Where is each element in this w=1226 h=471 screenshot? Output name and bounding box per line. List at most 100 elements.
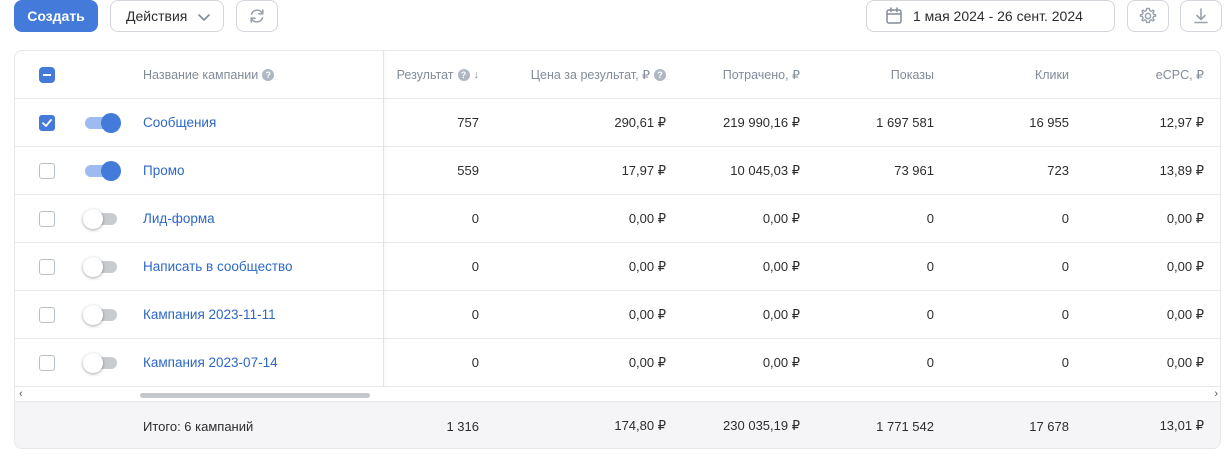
result-cell: 0	[471, 307, 479, 322]
result-cell: 757	[457, 115, 479, 130]
spent-cell: 0,00 ₽	[762, 210, 800, 226]
download-button[interactable]	[1180, 0, 1222, 32]
campaign-name-link[interactable]: Кампания 2023-07-14	[143, 355, 278, 370]
ecpc-cell: 13,89 ₽	[1159, 162, 1204, 178]
shows-cell: 0	[926, 259, 934, 274]
campaign-name-cell: Написать в сообщество	[143, 243, 373, 290]
row-checkbox-cell	[39, 243, 57, 290]
campaigns-table: Название кампании ? Результат ? ↓ Цена з…	[14, 50, 1221, 449]
ecpc-cell: 12,97 ₽	[1159, 114, 1204, 130]
totals-clicks: 17 678	[1029, 418, 1069, 434]
status-toggle-cell	[85, 147, 121, 194]
header-clicks[interactable]: Клики	[940, 51, 1069, 98]
header-shows[interactable]: Показы	[805, 51, 934, 98]
clicks-cell: 0	[1061, 307, 1069, 322]
row-checkbox[interactable]	[39, 210, 55, 227]
shows-cell: 0	[926, 355, 934, 370]
status-toggle[interactable]	[83, 208, 117, 229]
horizontal-scrollbar[interactable]: ‹ ›	[15, 388, 1220, 402]
table-row[interactable]: Кампания 2023-11-11 0 0,00 ₽ 0,00 ₽ 0 0 0,00 ₽	[15, 291, 1220, 339]
shows-cell: 0	[926, 307, 934, 322]
campaign-name-link[interactable]: Промо	[143, 163, 185, 178]
table-row[interactable]: Написать в сообщество 0 0,00 ₽ 0,00 ₽ 0 0 0,00…	[15, 243, 1220, 291]
price-cell: 0,00 ₽	[628, 210, 666, 226]
row-checkbox[interactable]	[39, 306, 55, 323]
status-toggle[interactable]	[83, 256, 117, 277]
status-toggle[interactable]	[85, 160, 121, 181]
row-checkbox-cell	[39, 195, 57, 242]
shows-cell: 73 961	[894, 163, 934, 178]
refresh-icon	[250, 9, 264, 23]
actions-dropdown[interactable]: Действия	[110, 0, 224, 32]
campaign-name-link[interactable]: Сообщения	[143, 115, 216, 130]
date-range-picker[interactable]: 1 мая 2024 - 26 сент. 2024	[866, 0, 1115, 32]
status-toggle[interactable]	[85, 112, 121, 133]
table-row[interactable]: Промо 559 17,97 ₽ 10 045,03 ₽ 73 961 723 13,89…	[15, 147, 1220, 195]
result-cell: 0	[471, 211, 479, 226]
toggle-knob	[83, 208, 103, 229]
header-price-label: Цена за результат, ₽	[530, 68, 650, 82]
actions-label: Действия	[126, 8, 188, 24]
toggle-knob	[83, 352, 103, 373]
row-checkbox-cell	[39, 339, 57, 386]
campaign-name-link[interactable]: Написать в сообщество	[143, 259, 293, 274]
checkmark-icon	[42, 118, 52, 127]
table-header: Название кампании ? Результат ? ↓ Цена з…	[15, 51, 1220, 99]
help-icon[interactable]: ?	[654, 68, 666, 81]
header-price[interactable]: Цена за результат, ₽ ?	[485, 51, 666, 98]
fixed-column-divider	[383, 51, 384, 387]
select-all-checkbox[interactable]	[39, 66, 55, 83]
status-toggle[interactable]	[83, 352, 117, 373]
header-spent-label: Потрачено, ₽	[722, 68, 800, 82]
spent-cell: 0,00 ₽	[762, 306, 800, 322]
toggle-knob	[101, 160, 121, 181]
table-row[interactable]: Сообщения 757 290,61 ₽ 219 990,16 ₽ 1 697 58…	[15, 99, 1220, 147]
toggle-knob	[101, 112, 121, 133]
header-ecpc[interactable]: eCPC, ₽	[1075, 51, 1204, 98]
settings-button[interactable]	[1127, 0, 1169, 32]
table-row[interactable]: Лид-форма 0 0,00 ₽ 0,00 ₽ 0 0 0,00 ₽	[15, 195, 1220, 243]
status-toggle[interactable]	[83, 304, 117, 325]
ecpc-cell: 0,00 ₽	[1166, 210, 1204, 226]
clicks-cell: 0	[1061, 259, 1069, 274]
chevron-down-icon	[198, 14, 210, 21]
header-ecpc-label: eCPC, ₽	[1155, 68, 1204, 82]
sort-desc-icon[interactable]: ↓	[474, 69, 480, 81]
campaign-name-link[interactable]: Лид-форма	[143, 211, 215, 226]
clicks-cell: 0	[1061, 355, 1069, 370]
totals-price: 174,80 ₽	[614, 418, 666, 433]
table-row[interactable]: Кампания 2023-07-14 0 0,00 ₽ 0,00 ₽ 0 0 0,00 ₽	[15, 339, 1220, 387]
help-icon[interactable]: ?	[262, 68, 275, 81]
row-checkbox[interactable]	[39, 354, 55, 371]
help-icon[interactable]: ?	[457, 68, 470, 81]
row-checkbox[interactable]	[39, 162, 55, 179]
scroll-right-icon[interactable]: ›	[1214, 388, 1218, 400]
toolbar: Создать Действия 1 мая 2024 - 26 сент. 2…	[14, 0, 1226, 34]
campaign-name-link[interactable]: Кампания 2023-11-11	[143, 307, 276, 322]
totals-shows: 1 771 542	[876, 418, 934, 434]
scroll-left-icon[interactable]: ‹	[19, 388, 23, 400]
status-toggle-cell	[83, 339, 121, 386]
header-name[interactable]: Название кампании ?	[143, 51, 373, 98]
row-checkbox-cell	[39, 147, 57, 194]
scrollbar-thumb[interactable]	[140, 393, 370, 398]
result-cell: 559	[457, 163, 479, 178]
refresh-button[interactable]	[236, 0, 278, 32]
row-checkbox[interactable]	[39, 114, 55, 131]
spent-cell: 0,00 ₽	[762, 354, 800, 370]
spent-cell: 10 045,03 ₽	[730, 162, 800, 178]
row-checkbox-cell	[39, 99, 57, 146]
price-cell: 0,00 ₽	[628, 354, 666, 370]
price-cell: 0,00 ₽	[628, 258, 666, 274]
row-checkbox[interactable]	[39, 258, 55, 275]
spent-cell: 219 990,16 ₽	[723, 114, 800, 130]
totals-label: Итого: 6 кампаний	[143, 418, 254, 434]
campaign-name-cell: Промо	[143, 147, 373, 194]
header-result[interactable]: Результат ? ↓	[385, 51, 479, 98]
create-button[interactable]: Создать	[14, 0, 98, 32]
header-spent[interactable]: Потрачено, ₽	[675, 51, 800, 98]
header-result-label: Результат	[396, 67, 454, 82]
status-toggle-cell	[85, 99, 121, 146]
clicks-cell: 723	[1047, 163, 1069, 178]
header-name-label: Название кампании	[143, 67, 259, 82]
